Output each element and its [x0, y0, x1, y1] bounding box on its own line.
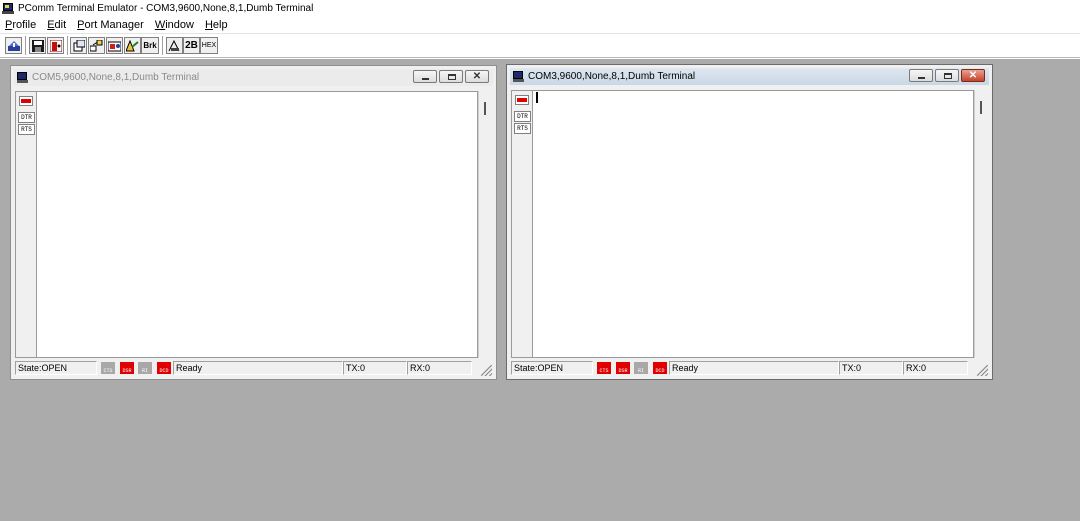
transfer-icon: [90, 39, 103, 51]
resize-grip[interactable]: [481, 365, 492, 376]
signal-dcd: DCD: [157, 362, 171, 375]
line-status-indicator: [19, 96, 33, 106]
close-icon: ✕: [472, 71, 482, 82]
signal-ri: RI: [634, 362, 648, 375]
rts-toggle[interactable]: RTS: [18, 124, 35, 135]
line-control-panel: DTR RTS: [15, 91, 37, 358]
vertical-scrollbar[interactable]: [974, 90, 988, 358]
menu-bar: Profile Edit Port Manager Window Help: [0, 17, 1080, 34]
signal-cts: CTS: [597, 362, 611, 375]
window-title: COM3,9600,None,8,1,Dumb Terminal: [528, 71, 696, 82]
close-icon: ✕: [968, 70, 978, 81]
open-session-button[interactable]: [5, 37, 22, 54]
vertical-scrollbar[interactable]: [478, 91, 492, 358]
terminal-icon[interactable]: [513, 71, 524, 82]
menu-port-manager[interactable]: Port Manager: [77, 19, 144, 31]
toolbar: Brk 2B HEX: [0, 34, 1080, 58]
close-button[interactable]: ✕: [465, 70, 489, 83]
properties-icon: [73, 39, 85, 51]
properties-button[interactable]: [70, 37, 87, 54]
script-icon: [126, 39, 139, 51]
line-status-indicator: [515, 95, 529, 105]
window-title-bar[interactable]: COM3,9600,None,8,1,Dumb Terminal ✕: [510, 68, 989, 85]
menu-help[interactable]: Help: [205, 19, 228, 31]
app-title: PComm Terminal Emulator - COM3,9600,None…: [18, 3, 314, 14]
window-title: COM5,9600,None,8,1,Dumb Terminal: [32, 72, 200, 83]
exit-button[interactable]: [47, 37, 64, 54]
state-label: State:OPEN: [511, 361, 593, 375]
resize-grip[interactable]: [977, 365, 988, 376]
exit-door-icon: [49, 39, 62, 52]
script-button[interactable]: [124, 37, 141, 54]
maximize-icon: [448, 74, 456, 80]
menu-edit[interactable]: Edit: [47, 19, 66, 31]
mdi-client-area: COM5,9600,None,8,1,Dumb Terminal ✕ DTR R…: [0, 59, 1080, 521]
transfer-button[interactable]: [88, 37, 105, 54]
two-byte-button[interactable]: 2B: [183, 37, 200, 54]
terminal-window-com5[interactable]: COM5,9600,None,8,1,Dumb Terminal ✕ DTR R…: [10, 65, 497, 380]
maximize-button[interactable]: [439, 70, 463, 83]
state-label: State:OPEN: [15, 361, 97, 375]
app-icon[interactable]: [2, 2, 14, 15]
minimize-button[interactable]: [413, 70, 437, 83]
capture-button[interactable]: [106, 37, 123, 54]
status-bar: State:OPEN CTS DSR RI DCD Ready TX:0 RX:…: [15, 361, 492, 376]
rts-toggle[interactable]: RTS: [514, 123, 531, 134]
menu-window[interactable]: Window: [155, 19, 194, 31]
save-icon: [31, 39, 44, 52]
terminal-window-com3[interactable]: COM3,9600,None,8,1,Dumb Terminal ✕ DTR R…: [506, 64, 993, 380]
tx-counter: TX:0: [839, 361, 903, 375]
break-button[interactable]: Brk: [141, 37, 159, 54]
rx-counter: RX:0: [407, 361, 472, 375]
ascii-icon: [168, 39, 180, 51]
terminal-screen[interactable]: [533, 90, 974, 358]
signal-dsr: DSR: [120, 362, 134, 375]
maximize-icon: [944, 73, 952, 79]
terminal-screen[interactable]: [37, 91, 478, 358]
dtr-toggle[interactable]: DTR: [514, 111, 531, 122]
signal-dcd: DCD: [653, 362, 667, 375]
window-title-bar[interactable]: COM5,9600,None,8,1,Dumb Terminal ✕: [14, 69, 493, 86]
status-bar: State:OPEN CTS DSR RI DCD Ready TX:0 RX:…: [511, 361, 988, 376]
hex-button[interactable]: HEX: [200, 37, 218, 54]
line-control-panel: DTR RTS: [511, 90, 533, 358]
tx-counter: TX:0: [343, 361, 407, 375]
capture-icon: [108, 41, 121, 51]
close-button[interactable]: ✕: [961, 69, 985, 82]
status-message: Ready: [173, 361, 343, 375]
minimize-icon: [918, 77, 925, 79]
minimize-button[interactable]: [909, 69, 933, 82]
status-message: Ready: [669, 361, 839, 375]
terminal-icon[interactable]: [17, 72, 28, 83]
open-session-icon: [7, 40, 20, 51]
app-title-bar: PComm Terminal Emulator - COM3,9600,None…: [0, 0, 1080, 17]
signal-cts: CTS: [101, 362, 115, 375]
minimize-icon: [422, 78, 429, 80]
signal-ri: RI: [138, 362, 152, 375]
dtr-toggle[interactable]: DTR: [18, 112, 35, 123]
signal-dsr: DSR: [616, 362, 630, 375]
ascii-table-button[interactable]: [166, 37, 183, 54]
rx-counter: RX:0: [903, 361, 968, 375]
menu-profile[interactable]: Profile: [5, 19, 36, 31]
save-button[interactable]: [29, 37, 46, 54]
text-cursor: [536, 92, 538, 103]
maximize-button[interactable]: [935, 69, 959, 82]
